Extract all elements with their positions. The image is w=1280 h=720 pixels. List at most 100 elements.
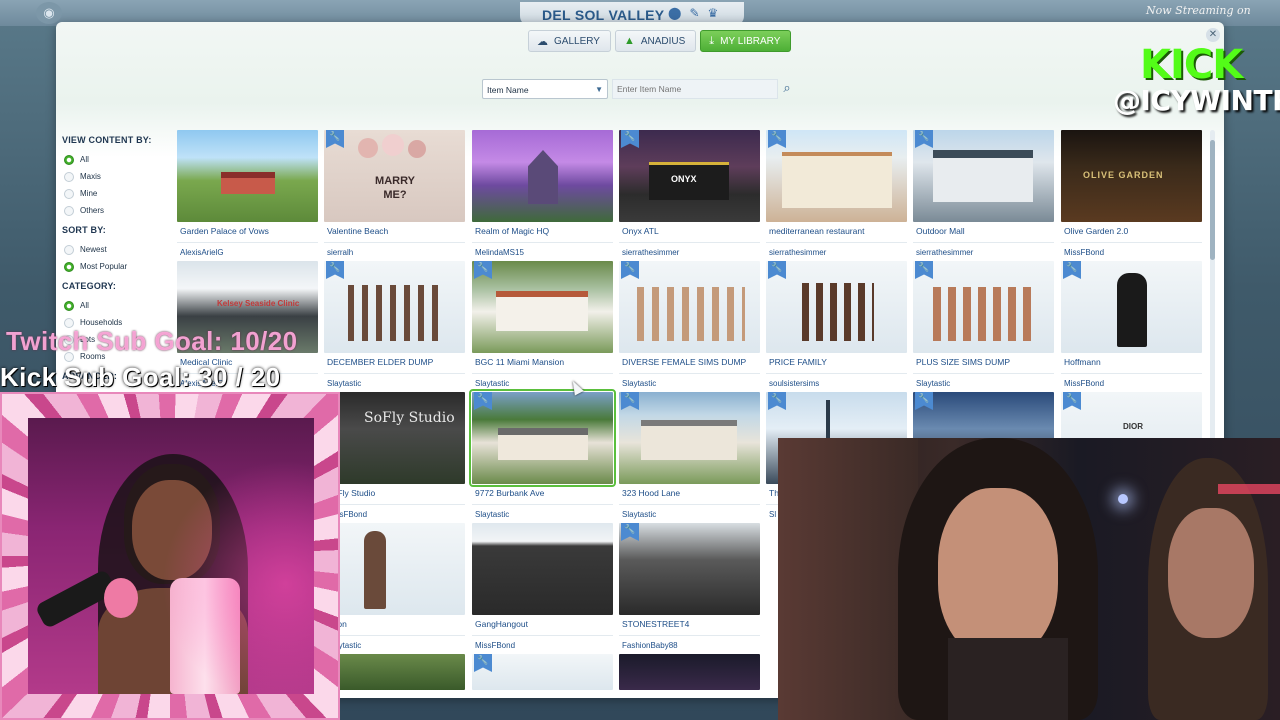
divider bbox=[472, 373, 613, 374]
lot-thumbnail bbox=[619, 392, 760, 484]
option-label: All bbox=[80, 301, 89, 310]
gallery-card[interactable]: SoFly Studio SoFly Studio MissFBond bbox=[324, 392, 466, 522]
lot-thumbnail bbox=[619, 654, 760, 690]
household-thumbnail bbox=[472, 654, 613, 690]
view-option-maxis[interactable]: Maxis bbox=[62, 168, 172, 185]
gallery-card[interactable]: 🔧 Hoffmann MissFBond bbox=[1061, 261, 1203, 391]
gallery-card[interactable]: 🔧 mediterranean restaurant sierrathesimm… bbox=[766, 130, 908, 260]
card-author[interactable]: sierralh bbox=[327, 248, 353, 257]
tab-my-library[interactable]: ⤓ MY LIBRARY bbox=[700, 30, 792, 52]
card-author[interactable]: MissFBond bbox=[1064, 379, 1104, 388]
gallery-card[interactable] bbox=[619, 654, 761, 690]
card-title: PRICE FAMILY bbox=[769, 357, 827, 367]
gallery-card[interactable]: Garden Palace of Vows AlexisArielG bbox=[177, 130, 319, 260]
gallery-card[interactable]: 🔧 PRICE FAMILY soulsistersims bbox=[766, 261, 908, 391]
gallery-card[interactable]: 🔧 9772 Burbank Ave Slaytastic bbox=[469, 389, 616, 522]
household-thumbnail bbox=[619, 261, 760, 353]
location-pin-icon[interactable]: ⬤ bbox=[668, 6, 681, 20]
gallery-card[interactable]: 🔧 323 Hood Lane Slaytastic bbox=[619, 392, 761, 522]
view-option-others[interactable]: Others bbox=[62, 202, 172, 219]
radio-icon bbox=[64, 244, 74, 255]
onyx-sign: ONYX bbox=[671, 174, 697, 184]
divider bbox=[324, 635, 465, 636]
room-thumbnail: MARRY ME? bbox=[324, 130, 465, 222]
lot-thumbnail bbox=[766, 130, 907, 222]
card-author[interactable]: sierrathesimmer bbox=[769, 248, 826, 257]
card-title: Realm of Magic HQ bbox=[475, 226, 550, 236]
tab-anadius[interactable]: ▲ ANADIUS bbox=[614, 30, 697, 52]
category-option-all[interactable]: All bbox=[62, 297, 172, 314]
view-option-mine[interactable]: Mine bbox=[62, 185, 172, 202]
card-author[interactable]: Slaytastic bbox=[916, 379, 950, 388]
gallery-card[interactable]: OLIVE GARDEN Olive Garden 2.0 MissFBond bbox=[1061, 130, 1203, 260]
card-author[interactable]: FashionBaby88 bbox=[622, 641, 678, 650]
radio-icon bbox=[64, 188, 74, 199]
card-author[interactable]: AlexisArielG bbox=[180, 248, 224, 257]
card-author[interactable]: Slaytastic bbox=[475, 510, 509, 519]
search-icon[interactable]: ⌕ bbox=[778, 80, 796, 98]
edit-icon[interactable]: ✎ bbox=[689, 6, 699, 20]
close-icon[interactable]: ✕ bbox=[1206, 28, 1220, 42]
card-title: BGC 11 Miami Mansion bbox=[475, 357, 565, 367]
scrollbar-thumb[interactable] bbox=[1210, 140, 1215, 260]
card-author[interactable]: MelindaMS15 bbox=[475, 248, 524, 257]
divider bbox=[1061, 242, 1202, 243]
lot-thumbnail-selected bbox=[469, 389, 616, 487]
search-filter-dropdown[interactable]: Item Name ▼ bbox=[482, 79, 608, 99]
view-option-all[interactable]: All bbox=[62, 151, 172, 168]
gallery-card[interactable]: 🔧 Outdoor Mall sierrathesimmer bbox=[913, 130, 1055, 260]
gallery-card[interactable]: wson Slaytastic bbox=[324, 523, 466, 653]
gallery-card[interactable]: 🔧 STONESTREET4 FashionBaby88 bbox=[619, 523, 761, 653]
card-author[interactable]: Slaytastic bbox=[327, 379, 361, 388]
webcam-feed bbox=[28, 418, 314, 694]
lot-thumbnail bbox=[177, 130, 318, 222]
sort-option-newest[interactable]: Newest bbox=[62, 241, 172, 258]
world-map-icon[interactable]: ◉ bbox=[36, 2, 62, 24]
divider bbox=[766, 242, 907, 243]
card-title: DIVERSE FEMALE SIMS DUMP bbox=[622, 357, 747, 367]
card-author[interactable]: MissFBond bbox=[475, 641, 515, 650]
card-author[interactable]: soulsistersims bbox=[769, 379, 819, 388]
kick-logo: KICK bbox=[1140, 42, 1243, 88]
gallery-card[interactable]: 🔧 PLUS SIZE SIMS DUMP Slaytastic bbox=[913, 261, 1055, 391]
sort-option-most-popular[interactable]: Most Popular bbox=[62, 258, 172, 275]
option-label: Newest bbox=[80, 245, 107, 254]
gallery-card[interactable]: MARRY ME? 🔧 Valentine Beach sierralh bbox=[324, 130, 466, 260]
dior-label: DIOR bbox=[1123, 422, 1143, 431]
divider bbox=[766, 373, 907, 374]
divider bbox=[619, 504, 760, 505]
gallery-card[interactable]: 🔧 DECEMBER ELDER DUMP Slaytastic bbox=[324, 261, 466, 391]
divider bbox=[913, 242, 1054, 243]
gallery-card[interactable]: Realm of Magic HQ MelindaMS15 bbox=[472, 130, 614, 260]
gallery-card[interactable]: 🔧 bbox=[472, 654, 614, 690]
divider bbox=[324, 504, 465, 505]
lot-thumbnail: OLIVE GARDEN bbox=[1061, 130, 1202, 222]
tab-gallery[interactable]: ☁ GALLERY bbox=[528, 30, 611, 52]
card-title: Valentine Beach bbox=[327, 226, 389, 236]
card-author[interactable]: Sl bbox=[769, 510, 776, 519]
crown-icon[interactable]: ♛ bbox=[708, 6, 719, 20]
gallery-card[interactable]: 🔧 BGC 11 Miami Mansion Slaytastic bbox=[472, 261, 614, 391]
household-thumbnail bbox=[913, 261, 1054, 353]
radio-selected-icon bbox=[64, 261, 74, 272]
gallery-card[interactable]: ONYX 🔧 Onyx ATL sierrathesimmer bbox=[619, 130, 761, 260]
gallery-card[interactable]: GangHangout MissFBond bbox=[472, 523, 614, 653]
card-author[interactable]: Slaytastic bbox=[622, 510, 656, 519]
view-content-group: VIEW CONTENT BY: All Maxis Mine Others bbox=[62, 135, 172, 219]
radio-selected-icon bbox=[64, 154, 74, 165]
option-label: Mine bbox=[80, 189, 98, 198]
household-thumbnail bbox=[1061, 261, 1202, 353]
card-author[interactable]: sierrathesimmer bbox=[622, 248, 679, 257]
gallery-card[interactable] bbox=[324, 654, 466, 690]
clinic-sign: Kelsey Seaside Clinic bbox=[217, 299, 300, 308]
card-author[interactable]: sierrathesimmer bbox=[916, 248, 973, 257]
card-author[interactable]: MissFBond bbox=[1064, 248, 1104, 257]
lot-thumbnail bbox=[472, 130, 613, 222]
category-heading: CATEGORY: bbox=[62, 281, 117, 291]
gallery-card[interactable]: 🔧 DIVERSE FEMALE SIMS DUMP Slaytastic bbox=[619, 261, 761, 391]
card-author[interactable]: Slaytastic bbox=[622, 379, 656, 388]
card-author[interactable]: Slaytastic bbox=[475, 379, 509, 388]
search-input[interactable] bbox=[612, 79, 778, 99]
radio-selected-icon bbox=[64, 300, 74, 311]
card-title: Onyx ATL bbox=[622, 226, 659, 236]
